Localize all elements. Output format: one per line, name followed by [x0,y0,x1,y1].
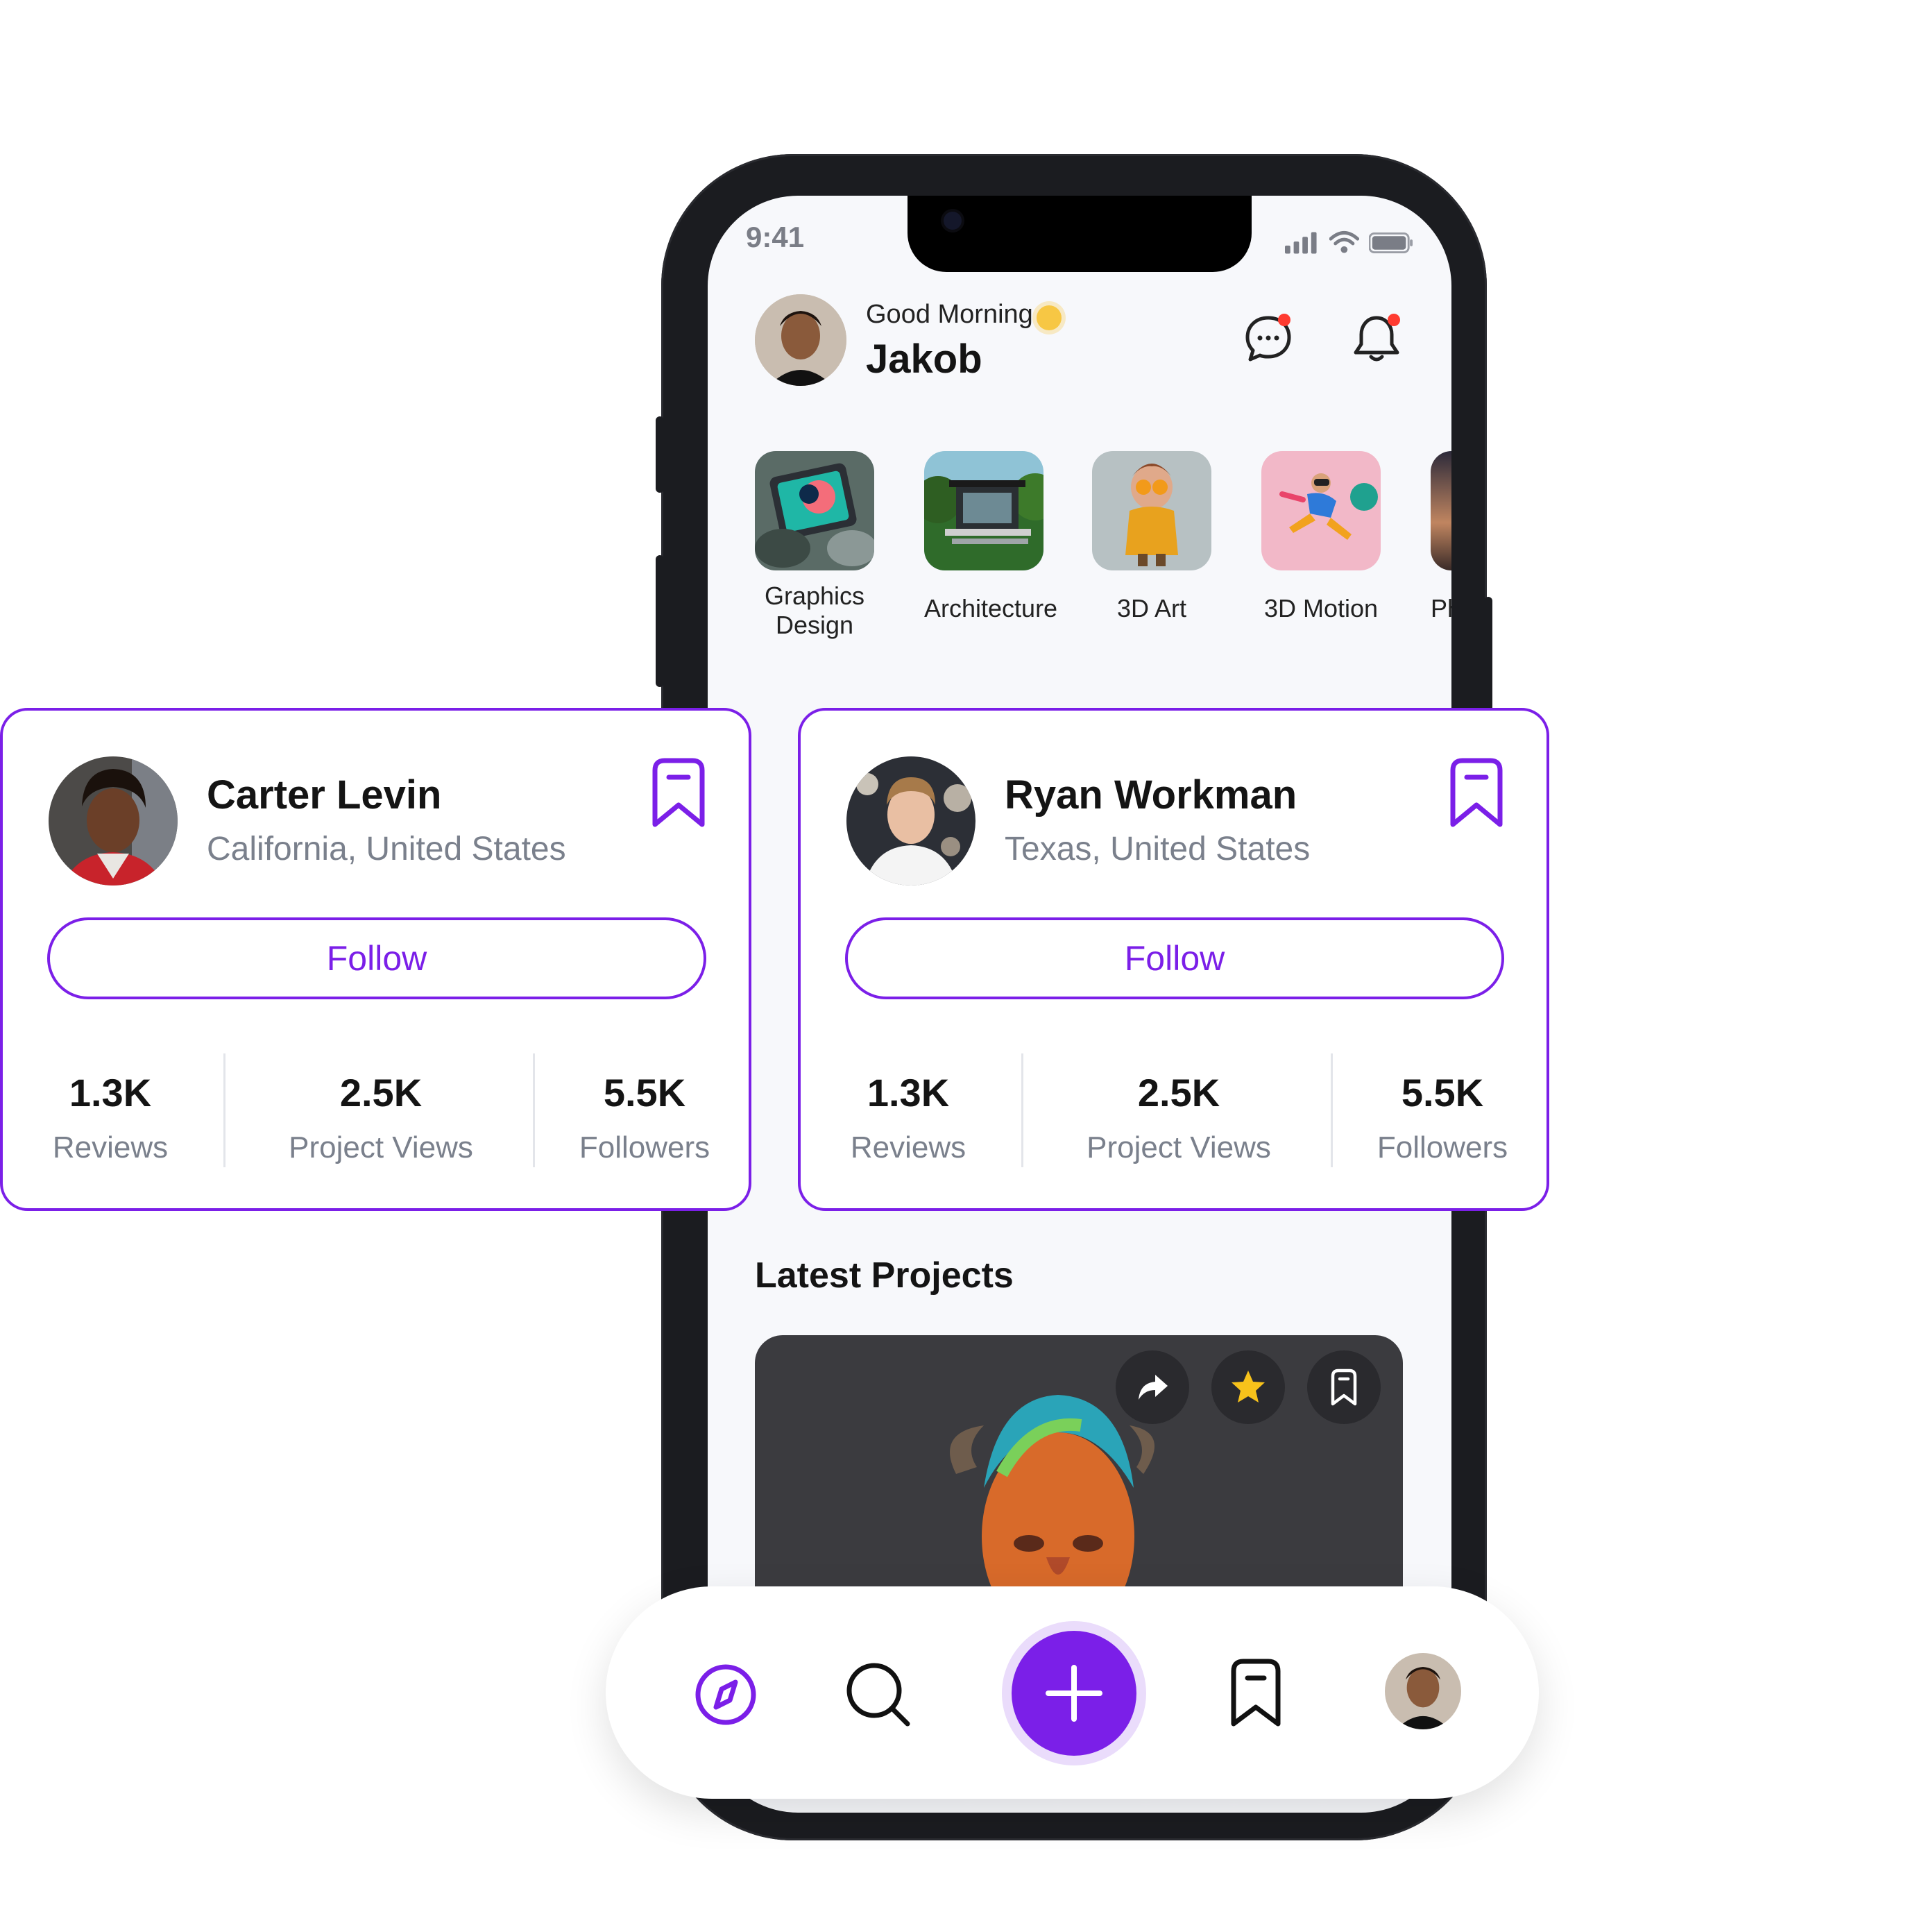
avatar [1385,1653,1461,1729]
create-button[interactable] [1012,1631,1136,1756]
profile-name: Ryan Workman [1005,772,1297,817]
category-image [924,451,1043,570]
stat-label: Project Views [289,1130,473,1164]
stat-divider [223,1053,225,1167]
bookmark-icon[interactable] [1443,756,1510,829]
user-name: Jakob [866,337,982,382]
favorite-button[interactable] [1211,1350,1285,1424]
stat-project-views: 2.5K Project Views [1064,1070,1293,1165]
category-graphics-design[interactable]: Graphics Design [755,451,874,640]
category-architecture[interactable]: Architecture [924,451,1058,623]
category-image [1431,451,1451,570]
stat-followers: 5.5K Followers [1363,1070,1522,1165]
sun-icon [1037,305,1062,330]
wifi-icon [1329,231,1360,253]
message-button[interactable] [1241,311,1296,366]
compass-icon [695,1664,756,1725]
search-icon [846,1663,910,1727]
profile-location: Texas, United States [1005,831,1311,867]
profile-name: Carter Levin [207,772,442,817]
category-label: 3D Art [1116,594,1187,622]
message-badge [1278,314,1290,326]
front-camera [944,212,962,230]
stat-value: 5.5K [603,1071,686,1115]
stat-value: 2.5K [1137,1071,1220,1115]
category-3d-motion[interactable]: 3D Motion [1261,451,1381,623]
stat-reviews: 1.3K Reviews [842,1070,974,1165]
share-button[interactable] [1116,1350,1189,1424]
user-avatar[interactable] [755,294,846,386]
nav-saved[interactable] [1227,1657,1285,1729]
stat-value: 5.5K [1401,1071,1484,1115]
stat-project-views: 2.5K Project Views [266,1070,495,1165]
signal-icon [1285,232,1317,254]
status-icons [1285,228,1413,254]
category-image [1092,451,1211,570]
follow-button[interactable]: Follow [845,917,1504,999]
stat-label: Reviews [850,1130,966,1164]
notification-badge [1388,314,1400,326]
stat-reviews: 1.3K Reviews [44,1070,176,1165]
battery-icon [1369,232,1413,254]
save-button[interactable] [1307,1350,1381,1424]
stat-label: Reviews [52,1130,169,1164]
star-icon [1232,1371,1265,1403]
notch [908,196,1252,272]
nav-profile[interactable] [1385,1653,1461,1729]
stat-label: Project Views [1087,1130,1271,1164]
profile-card[interactable]: Ryan Workman Texas, United States Follow… [798,708,1549,1211]
profile-location: California, United States [207,831,566,867]
stat-label: Followers [1377,1130,1508,1164]
phone-side-button [656,555,664,687]
profile-avatar[interactable] [846,756,975,886]
phone-side-button [656,416,664,493]
category-label: 3D Motion [1263,594,1379,622]
category-image [1261,451,1381,570]
stat-value: 2.5K [339,1071,423,1115]
profile-card[interactable]: Carter Levin California, United States F… [0,708,751,1211]
stat-label: Followers [579,1130,710,1164]
plus-icon [1046,1665,1102,1722]
stat-divider [1331,1053,1333,1167]
greeting-text: Good Morning [866,300,1033,329]
profile-avatar[interactable] [49,756,178,886]
section-title: Latest Projects [755,1255,1014,1296]
category-label: Graphics Design [764,582,865,639]
bookmark-icon [1231,1659,1281,1727]
category-label: Pho [1431,594,1451,622]
nav-explore[interactable] [692,1661,759,1728]
share-icon [1139,1375,1168,1400]
category-label: Architecture [924,594,1058,622]
status-time: 9:41 [746,221,805,253]
stat-value: 1.3K [867,1071,950,1115]
category-3d-art[interactable]: 3D Art [1092,451,1211,623]
stat-divider [533,1053,535,1167]
bookmark-icon[interactable] [645,756,712,829]
follow-button[interactable]: Follow [47,917,706,999]
nav-search[interactable] [844,1660,913,1729]
stat-divider [1021,1053,1023,1167]
bookmark-icon [1331,1368,1357,1406]
category-photography[interactable]: Pho [1431,451,1451,623]
notification-button[interactable] [1349,311,1404,366]
stat-value: 1.3K [69,1071,152,1115]
stat-followers: 5.5K Followers [565,1070,724,1165]
category-image [755,451,874,570]
avatar-portrait [755,294,846,386]
